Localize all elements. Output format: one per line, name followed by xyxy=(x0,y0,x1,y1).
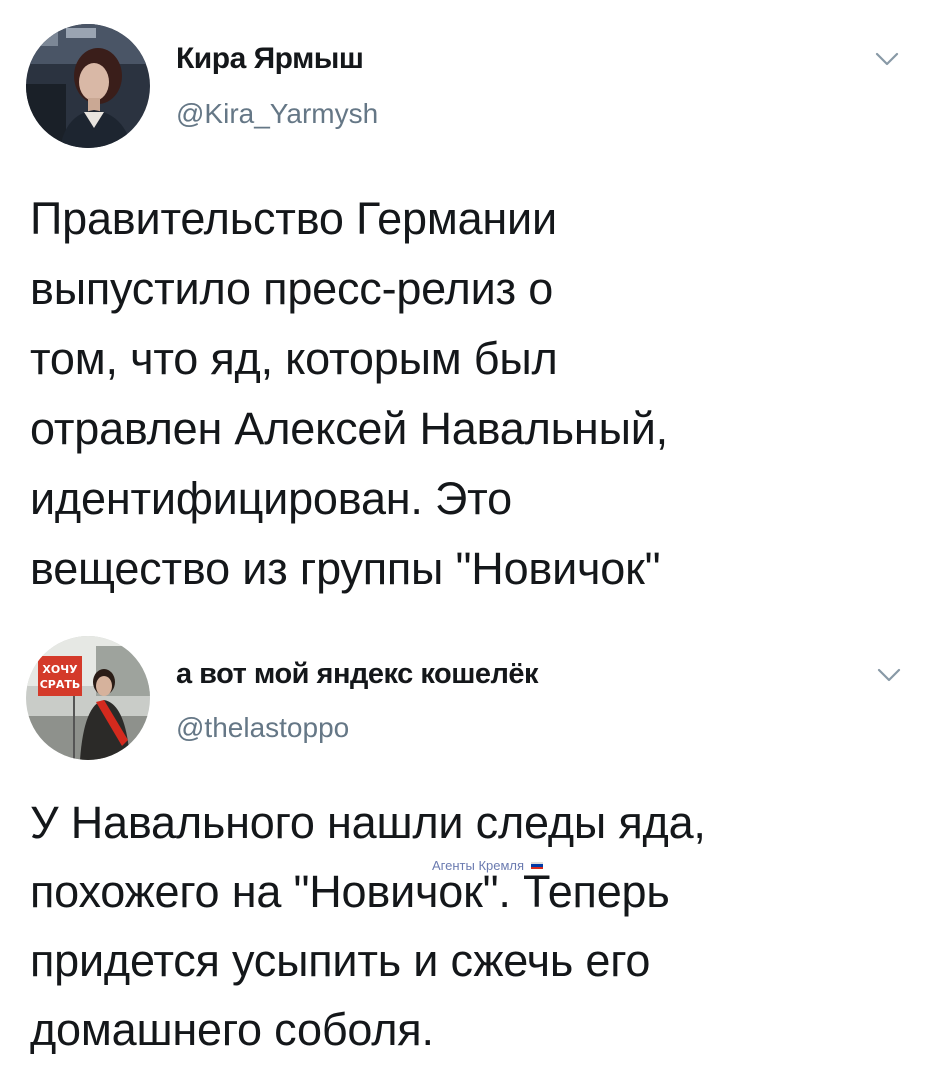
russian-flag-icon xyxy=(531,861,544,870)
tweet-kira-yarmysh: Кира Ярмыш @Kira_Yarmysh Правительство Г… xyxy=(0,0,929,628)
avatar[interactable]: ХОЧУ СРАТЬ xyxy=(26,636,150,760)
chevron-down-icon[interactable] xyxy=(876,666,902,684)
avatar-photo: ХОЧУ СРАТЬ xyxy=(26,636,150,760)
svg-text:СРАТЬ: СРАТЬ xyxy=(40,678,81,691)
tweet-thelastoppo: ХОЧУ СРАТЬ а вот мой яндекс кошелёк @the… xyxy=(0,628,929,1080)
tweet-text: Правительство Германии выпустило пресс-р… xyxy=(30,193,668,594)
user-handle[interactable]: @thelastoppo xyxy=(176,712,349,744)
watermark: Агенты Кремля xyxy=(432,858,544,873)
svg-text:ХОЧУ: ХОЧУ xyxy=(42,663,78,676)
watermark-text: Агенты Кремля xyxy=(432,858,525,873)
display-name[interactable]: а вот мой яндекс кошелёк xyxy=(176,658,539,691)
avatar-photo xyxy=(26,24,150,148)
user-handle[interactable]: @Kira_Yarmysh xyxy=(176,98,378,130)
display-name[interactable]: Кира Ярмыш xyxy=(176,42,364,76)
avatar[interactable] xyxy=(26,24,150,148)
tweet-text: У Навального нашли следы яда, похожего н… xyxy=(30,797,706,1055)
chevron-down-icon[interactable] xyxy=(874,50,900,68)
